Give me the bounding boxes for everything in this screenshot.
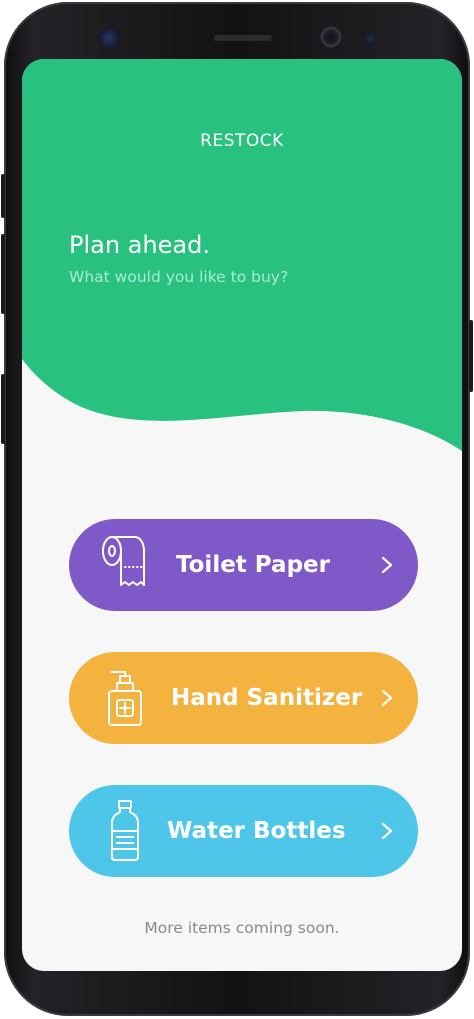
coming-soon-note: More items coming soon. — [144, 919, 340, 937]
water-bottle-icon — [111, 800, 139, 861]
page-subheadline: What would you like to buy? — [69, 268, 289, 286]
volume-down-button — [1, 234, 5, 314]
hand-sanitizer-button[interactable]: Hand Sanitizer — [69, 652, 418, 744]
page-headline: Plan ahead. — [69, 231, 210, 259]
phone-frame: RESTOCK Plan ahead. What would you like … — [1, 2, 473, 1016]
bixby-button — [1, 374, 5, 444]
chevron-right-icon — [381, 689, 393, 707]
power-button — [469, 320, 473, 392]
iris-sensor-icon — [99, 28, 119, 48]
toilet-paper-icon — [102, 536, 145, 586]
earpiece-speaker — [213, 33, 273, 41]
app-screen: RESTOCK Plan ahead. What would you like … — [22, 59, 462, 971]
hand-sanitizer-label: Hand Sanitizer — [171, 685, 363, 711]
water-bottles-label: Water Bottles — [167, 818, 346, 844]
chevron-right-icon — [381, 556, 393, 574]
app-title: RESTOCK — [200, 131, 284, 151]
proximity-sensor-icon — [364, 32, 377, 45]
front-camera-icon — [320, 26, 342, 48]
toilet-paper-label: Toilet Paper — [176, 552, 330, 578]
toilet-paper-button[interactable]: Toilet Paper — [69, 519, 418, 611]
water-bottles-button[interactable]: Water Bottles — [69, 785, 418, 877]
chevron-right-icon — [381, 822, 393, 840]
header-wave-background — [22, 59, 462, 451]
hand-sanitizer-icon — [108, 671, 142, 726]
volume-up-button — [1, 174, 5, 218]
